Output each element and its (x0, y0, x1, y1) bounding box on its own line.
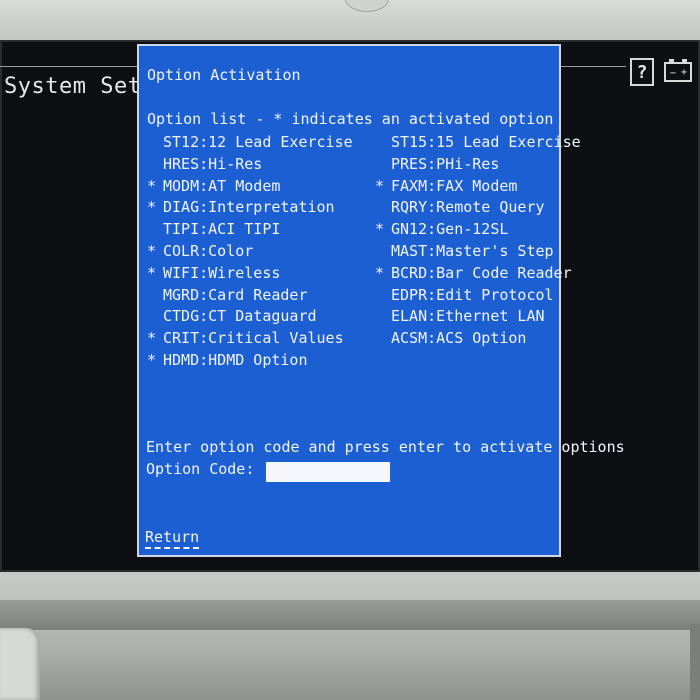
option-item: TIPI:ACI TIPI (147, 219, 353, 241)
option-item: ST12:12 Lead Exercise (147, 132, 353, 154)
option-item: ST15:15 Lead Exercise (375, 132, 581, 154)
activated-marker: * (375, 176, 385, 195)
option-label: GN12:Gen-12SL (391, 220, 509, 239)
battery-minus-sign: − (670, 68, 677, 79)
option-label: CTDG:CT Dataguard (163, 307, 317, 326)
option-activation-dialog: Option Activation Option list - * indica… (137, 44, 625, 557)
option-label: WIFI:Wireless (163, 263, 281, 282)
option-label: ELAN:Ethernet LAN (391, 307, 545, 326)
activated-marker: * (147, 198, 157, 217)
device-bezel-top (0, 0, 700, 40)
activation-instruction: Enter option code and press enter to act… (146, 438, 625, 456)
device-foot-right (690, 624, 700, 700)
option-item: * CRIT:Critical Values (147, 328, 353, 350)
activated-marker: * (147, 329, 157, 348)
activated-marker: * (147, 263, 157, 282)
option-item: * FAXM:FAX Modem (375, 176, 581, 198)
option-item: ELAN:Ethernet LAN (375, 306, 581, 328)
option-item: * COLR:Color (147, 241, 353, 263)
option-label: TIPI:ACI TIPI (163, 220, 281, 239)
option-label: MAST:Master's Step (391, 241, 554, 260)
option-label: CRIT:Critical Values (163, 329, 344, 348)
battery-plus-sign: + (680, 67, 687, 78)
option-item: PRES:PHi-Res (375, 154, 581, 176)
option-label: MGRD:Card Reader (163, 285, 308, 304)
option-item: * MODM:AT Modem (147, 176, 353, 198)
device-knob (345, 0, 389, 12)
option-label: COLR:Color (163, 241, 254, 260)
option-item: ACSM:ACS Option (375, 328, 581, 350)
option-item: * HDMD:HDMD Option (147, 350, 353, 372)
option-list-right: ST15:15 Lead Exercise PRES:PHi-Res * FAXM… (375, 132, 581, 350)
option-label: BCRD:Bar Code Reader (391, 263, 572, 282)
option-label: RQRY:Remote Query (391, 198, 545, 217)
option-item: CTDG:CT Dataguard (147, 306, 353, 328)
return-button[interactable]: Return (145, 528, 200, 549)
option-item: MGRD:Card Reader (147, 285, 353, 307)
option-item: RQRY:Remote Query (375, 197, 581, 219)
option-item: MAST:Master's Step (375, 241, 581, 263)
activated-marker: * (147, 176, 157, 195)
option-item: EDPR:Edit Protocol (375, 285, 581, 307)
device-foot-left (0, 628, 40, 700)
option-label: ST12:12 Lead Exercise (163, 133, 353, 151)
option-item: HRES:Hi-Res (147, 154, 353, 176)
option-item: * GN12:Gen-12SL (375, 219, 581, 241)
option-label: DIAG:Interpretation (163, 198, 335, 217)
title-rule-right (560, 66, 626, 67)
option-code-label: Option Code: (146, 460, 255, 478)
option-code-input[interactable] (266, 462, 390, 482)
device-bezel-lip (0, 600, 700, 630)
option-label: ACSM:ACS Option (391, 329, 527, 348)
option-label: ST15:15 Lead Exercise (391, 133, 581, 151)
option-label: MODM:AT Modem (163, 176, 281, 195)
activated-marker: * (375, 263, 385, 282)
option-item: * WIFI:Wireless (147, 263, 353, 285)
option-item: * DIAG:Interpretation (147, 197, 353, 219)
option-label: PRES:PHi-Res (391, 154, 500, 173)
option-item: * BCRD:Bar Code Reader (375, 263, 581, 285)
help-icon[interactable]: ? (630, 58, 654, 86)
option-label: EDPR:Edit Protocol (391, 285, 554, 304)
title-rule-left (0, 66, 150, 67)
option-list-left: ST12:12 Lead Exercise HRES:Hi-Res * MODM:… (147, 132, 353, 372)
activated-marker: * (147, 350, 157, 369)
dialog-title: Option Activation (147, 66, 301, 84)
option-label: FAXM:FAX Modem (391, 176, 518, 195)
device-bezel-bottom (0, 572, 700, 700)
option-label: HRES:Hi-Res (163, 154, 263, 173)
activated-marker: * (147, 241, 157, 260)
option-label: HDMD:HDMD Option (163, 350, 308, 369)
option-list-heading: Option list - * indicates an activated o… (147, 110, 554, 128)
activated-marker: * (375, 220, 385, 239)
battery-icon: − + (664, 59, 692, 82)
